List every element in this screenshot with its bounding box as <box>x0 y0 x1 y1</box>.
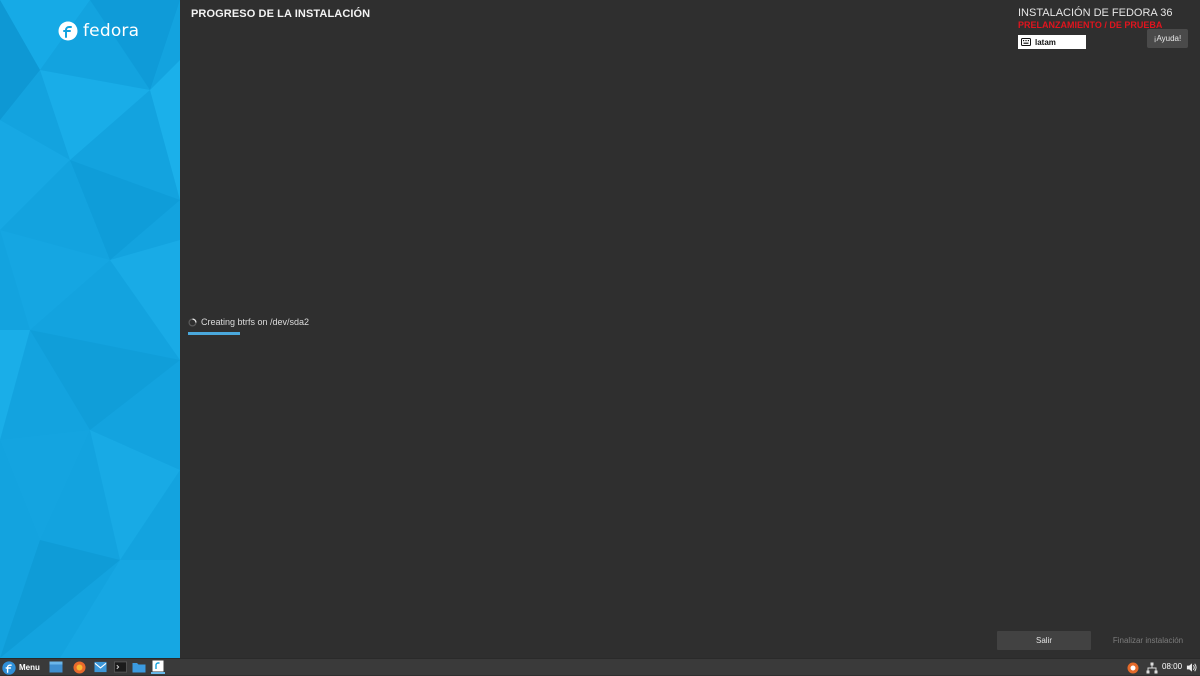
clock[interactable]: 08:00 <box>1162 662 1182 671</box>
network-icon[interactable] <box>1146 662 1158 674</box>
spinner-icon <box>188 317 197 327</box>
update-notifier-icon[interactable] <box>1127 662 1139 674</box>
network-tray <box>1146 659 1158 676</box>
files-icon[interactable] <box>132 660 146 674</box>
menu-label: Menu <box>19 663 40 672</box>
start-menu-button[interactable]: Menu <box>2 659 40 676</box>
progress-status-text: Creating btrfs on /dev/sda2 <box>201 317 310 327</box>
install-title: INSTALACIÓN DE FEDORA 36 <box>1018 7 1173 19</box>
quit-button[interactable]: Salir <box>997 631 1091 650</box>
installer-main: PROGRESO DE LA INSTALACIÓN INSTALACIÓN D… <box>180 0 1200 658</box>
finish-installation-button[interactable]: Finalizar instalación <box>1101 631 1195 650</box>
volume-icon[interactable] <box>1186 662 1197 673</box>
prerelease-warning: PRELANZAMIENTO / DE PRUEBA <box>1018 20 1163 30</box>
fedora-menu-icon <box>2 660 16 675</box>
mail-icon[interactable] <box>93 660 107 674</box>
terminal-icon[interactable] <box>113 660 127 674</box>
progress-bar <box>188 332 308 335</box>
firefox-icon[interactable] <box>72 660 86 674</box>
progress-status: Creating btrfs on /dev/sda2 <box>188 317 309 327</box>
volume-tray <box>1186 659 1197 676</box>
progress-bar-fill <box>188 332 240 335</box>
sidebar-pattern <box>0 0 180 658</box>
keyboard-icon <box>1021 38 1031 46</box>
taskbar: Menu 08:00 <box>0 658 1200 675</box>
fedora-logo-icon <box>58 21 78 41</box>
brand-wordmark: fedora <box>83 21 140 41</box>
page-title: PROGRESO DE LA INSTALACIÓN <box>191 8 371 20</box>
system-tray <box>1127 659 1139 676</box>
anaconda-installer-icon[interactable] <box>151 660 165 674</box>
sidebar: fedora <box>0 0 180 658</box>
keyboard-layout-label: latam <box>1035 37 1056 47</box>
file-manager-icon[interactable] <box>49 660 63 674</box>
fedora-logo: fedora <box>58 21 139 41</box>
keyboard-layout-indicator[interactable]: latam <box>1018 35 1086 49</box>
help-button[interactable]: ¡Ayuda! <box>1147 29 1188 48</box>
